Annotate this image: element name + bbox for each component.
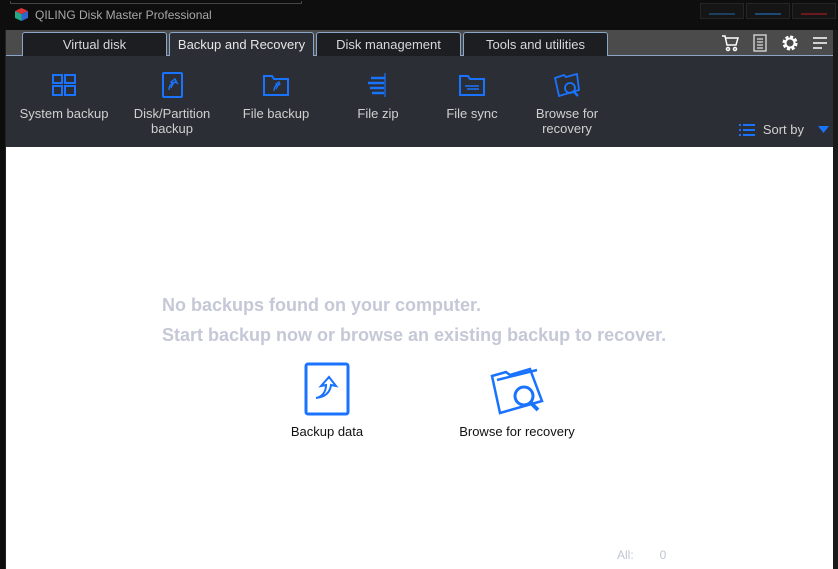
empty-hint: Start backup now or browse an existing b… [162, 325, 667, 345]
browse-for-recovery-label: Browse for recovery [459, 424, 575, 439]
gear-icon[interactable] [781, 34, 799, 52]
main-window: Virtual disk Backup and Recovery Disk ma… [5, 30, 835, 569]
toolbar: System backup Disk/Partition backup File… [6, 56, 835, 147]
tab-virtual-disk[interactable]: Virtual disk [22, 32, 167, 56]
cart-icon[interactable] [721, 34, 739, 52]
disk-backup-icon [162, 72, 183, 98]
file-backup-button[interactable]: File backup [226, 70, 326, 121]
system-backup-button[interactable]: System backup [14, 70, 114, 121]
folder-sync-icon [459, 75, 485, 96]
system-backup-label: System backup [19, 106, 109, 121]
zip-icon [368, 73, 386, 97]
backup-data-label: Backup data [290, 424, 364, 439]
tab-backup-recovery[interactable]: Backup and Recovery [169, 32, 314, 57]
chevron-down-icon [818, 126, 829, 133]
title-bar: QILING Disk Master Professional [0, 0, 838, 30]
disk-partition-backup-label: Disk/Partition backup [133, 106, 211, 136]
folder-search-icon [553, 72, 580, 98]
maximize-button[interactable] [746, 3, 790, 19]
disk-partition-backup-button[interactable]: Disk/Partition backup [122, 70, 222, 136]
file-zip-label: File zip [357, 106, 399, 121]
all-count: 0 [659, 548, 667, 562]
file-zip-button[interactable]: File zip [328, 70, 428, 121]
browse-for-recovery-button[interactable]: Browse for recovery [454, 362, 580, 439]
menu-icon[interactable] [811, 34, 829, 52]
file-sync-label: File sync [446, 106, 498, 121]
tab-tools-utilities[interactable]: Tools and utilities [463, 32, 608, 56]
browse-recovery-label: Browse for recovery [535, 106, 599, 136]
backup-data-button[interactable]: Backup data [282, 362, 372, 439]
tab-disk-management[interactable]: Disk management [316, 32, 461, 56]
backup-count: All: 0 [617, 548, 666, 562]
windows-icon [52, 74, 76, 96]
empty-message: No backups found on your computer. [162, 295, 482, 315]
file-backup-label: File backup [242, 106, 310, 121]
log-icon[interactable] [751, 34, 769, 52]
minimize-button[interactable] [700, 3, 744, 19]
window-border [833, 30, 838, 569]
browse-recovery-icon [490, 367, 544, 415]
sort-by-dropdown[interactable]: Sort by [738, 122, 829, 137]
browse-recovery-button[interactable]: Browse for recovery [517, 70, 617, 136]
folder-backup-icon [263, 75, 289, 96]
sort-by-label: Sort by [762, 122, 804, 137]
all-label: All: [617, 548, 634, 562]
backup-data-icon [304, 362, 350, 416]
app-logo-icon [15, 8, 28, 21]
backup-list-area: No backups found on your computer. Start… [6, 147, 835, 569]
file-sync-button[interactable]: File sync [422, 70, 522, 121]
tab-bar: Virtual disk Backup and Recovery Disk ma… [6, 30, 835, 57]
decor-line [10, 1, 302, 4]
close-button[interactable] [792, 3, 836, 19]
app-title: QILING Disk Master Professional [35, 8, 212, 22]
list-icon [738, 123, 755, 136]
